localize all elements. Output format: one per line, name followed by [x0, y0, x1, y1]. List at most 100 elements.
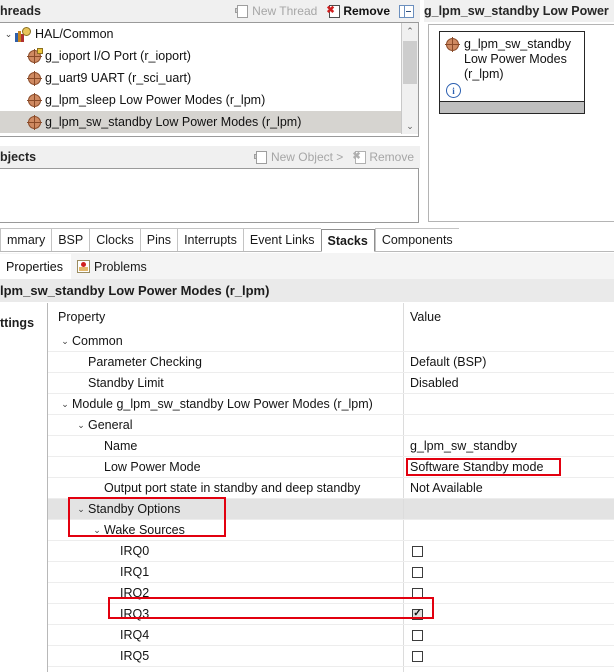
table-row[interactable]: IRQ6 [48, 667, 614, 672]
property-label: Common [72, 334, 123, 348]
tab-clocks[interactable]: Clocks [89, 228, 140, 251]
property-value-cell[interactable] [404, 667, 614, 672]
property-value-cell[interactable] [404, 583, 614, 603]
property-value-cell[interactable] [404, 331, 614, 351]
property-value-cell[interactable] [404, 499, 614, 519]
tab-properties[interactable]: Properties [0, 254, 71, 279]
tab-stacks[interactable]: Stacks [321, 229, 375, 252]
stack-panel-title: g_lpm_sw_standby Low Power [424, 4, 609, 18]
property-label: IRQ1 [120, 565, 149, 579]
tree-item-hal-common[interactable]: ⌄ HAL/Common [0, 23, 401, 45]
property-label: Name [104, 439, 137, 453]
wake-source-checkbox-checked[interactable]: ✓ [412, 609, 423, 620]
table-row[interactable]: ⌄ Wake Sources [48, 520, 614, 541]
table-row[interactable]: Parameter Checking Default (BSP) [48, 352, 614, 373]
property-value-cell[interactable]: g_lpm_sw_standby [404, 436, 614, 456]
threads-tree-rows: ⌄ HAL/Common g_ioport I/O Port (r_ioport… [0, 23, 401, 137]
stack-node[interactable]: g_lpm_sw_standby Low Power Modes (r_lpm)… [439, 31, 585, 114]
property-label: IRQ5 [120, 649, 149, 663]
property-name-cell: Name [48, 436, 404, 456]
property-value-cell[interactable] [404, 625, 614, 645]
table-row[interactable]: ⌄ Common [48, 331, 614, 352]
table-row[interactable]: IRQ4 [48, 625, 614, 646]
table-row[interactable]: Standby Limit Disabled [48, 373, 614, 394]
threads-panel-toolbar: hreads New Thread ✖ Remove [0, 0, 420, 22]
chevron-down-icon[interactable]: ⌄ [2, 29, 15, 40]
property-value-cell[interactable]: Not Available [404, 478, 614, 498]
tab-components[interactable]: Components [375, 228, 459, 251]
tab-bsp[interactable]: BSP [51, 228, 89, 251]
table-row[interactable]: Name g_lpm_sw_standby [48, 436, 614, 457]
scrollbar-thumb[interactable] [403, 41, 417, 84]
table-row[interactable]: Output port state in standby and deep st… [48, 478, 614, 499]
threads-tree[interactable]: ⌄ HAL/Common g_ioport I/O Port (r_ioport… [0, 22, 419, 137]
remove-object-button[interactable]: ✖ Remove [352, 150, 414, 164]
tree-item-label: HAL/Common [31, 27, 114, 41]
collapse-all-icon[interactable] [399, 5, 414, 18]
wake-source-checkbox[interactable] [412, 588, 423, 599]
tab-summary[interactable]: mmary [0, 228, 51, 251]
property-name-cell: ⌄ General [48, 415, 404, 435]
new-object-button[interactable]: New Object > [254, 150, 343, 164]
tree-item-g-lpm-sleep[interactable]: g_lpm_sleep Low Power Modes (r_lpm) [0, 89, 401, 111]
info-icon[interactable]: i [446, 83, 461, 98]
property-value-cell[interactable]: ✓ [404, 604, 614, 624]
remove-thread-button[interactable]: ✖ Remove [326, 4, 390, 18]
table-row[interactable]: IRQ0 [48, 541, 614, 562]
tab-problems[interactable]: Problems [71, 254, 155, 279]
objects-list[interactable] [0, 168, 419, 223]
tree-item-label: g_ioport I/O Port (r_ioport) [41, 49, 191, 63]
wake-source-checkbox[interactable] [412, 567, 423, 578]
table-row[interactable]: IRQ5 [48, 646, 614, 667]
page-title: lpm_sw_standby Low Power Modes (r_lpm) [0, 283, 269, 298]
table-row[interactable]: Low Power Mode Software Standby mode [48, 457, 614, 478]
property-value-cell[interactable] [404, 646, 614, 666]
chevron-down-icon[interactable]: ⌄ [74, 504, 88, 515]
threads-tree-scrollbar[interactable]: ⌃ ⌄ [401, 23, 418, 134]
property-value-cell[interactable] [404, 541, 614, 561]
remove-icon: ✖ [326, 4, 340, 18]
table-row[interactable]: ⌄ General [48, 415, 614, 436]
new-thread-icon [235, 4, 249, 18]
stack-node-header: g_lpm_sw_standby Low Power Modes (r_lpm) [446, 37, 578, 82]
tab-pins[interactable]: Pins [140, 228, 177, 251]
property-value-cell[interactable] [404, 520, 614, 540]
new-thread-button[interactable]: New Thread [235, 4, 317, 18]
module-icon [28, 72, 41, 85]
scroll-down-icon[interactable]: ⌄ [402, 118, 418, 134]
stack-node-body[interactable]: g_lpm_sw_standby Low Power Modes (r_lpm)… [439, 31, 585, 102]
properties-table[interactable]: Property Value ⌄ Common Parameter Checki… [48, 303, 614, 672]
stack-canvas[interactable]: g_lpm_sw_standby Low Power Modes (r_lpm)… [428, 24, 614, 222]
property-label: Wake Sources [104, 523, 185, 537]
property-name-cell: Standby Limit [48, 373, 404, 393]
tab-interrupts[interactable]: Interrupts [177, 228, 243, 251]
table-row[interactable]: IRQ2 [48, 583, 614, 604]
property-value-cell[interactable]: Software Standby mode [404, 457, 614, 477]
wake-source-checkbox[interactable] [412, 651, 423, 662]
tree-item-g-uart9[interactable]: g_uart9 UART (r_sci_uart) [0, 67, 401, 89]
settings-side-rail [0, 343, 48, 672]
new-object-label: New Object > [271, 150, 343, 164]
chevron-down-icon[interactable]: ⌄ [58, 399, 72, 410]
chevron-down-icon[interactable]: ⌄ [58, 336, 72, 347]
table-row[interactable]: ⌄ Module g_lpm_sw_standby Low Power Mode… [48, 394, 614, 415]
tree-item-label: g_lpm_sleep Low Power Modes (r_lpm) [41, 93, 265, 107]
property-value-cell[interactable]: Disabled [404, 373, 614, 393]
tab-event-links[interactable]: Event Links [243, 228, 321, 251]
scroll-up-icon[interactable]: ⌃ [402, 23, 418, 39]
property-value-cell[interactable]: Default (BSP) [404, 352, 614, 372]
tree-item-g-lpm-sw-standby-with-snooze[interactable]: g_lpm_sw_standby_with_snooze Low Power M… [0, 133, 401, 137]
settings-side-tab[interactable]: ttings [0, 303, 48, 344]
wake-source-checkbox[interactable] [412, 546, 423, 557]
property-value-cell[interactable] [404, 394, 614, 414]
chevron-down-icon[interactable]: ⌄ [90, 525, 104, 536]
chevron-down-icon[interactable]: ⌄ [74, 420, 88, 431]
table-row[interactable]: IRQ1 [48, 562, 614, 583]
table-row[interactable]: ⌄ Standby Options [48, 499, 614, 520]
property-value-cell[interactable] [404, 562, 614, 582]
property-value-cell[interactable] [404, 415, 614, 435]
wake-source-checkbox[interactable] [412, 630, 423, 641]
table-row[interactable]: IRQ3 ✓ [48, 604, 614, 625]
tree-item-g-ioport[interactable]: g_ioport I/O Port (r_ioport) [0, 45, 401, 67]
tree-item-g-lpm-sw-standby[interactable]: g_lpm_sw_standby Low Power Modes (r_lpm) [0, 111, 401, 133]
